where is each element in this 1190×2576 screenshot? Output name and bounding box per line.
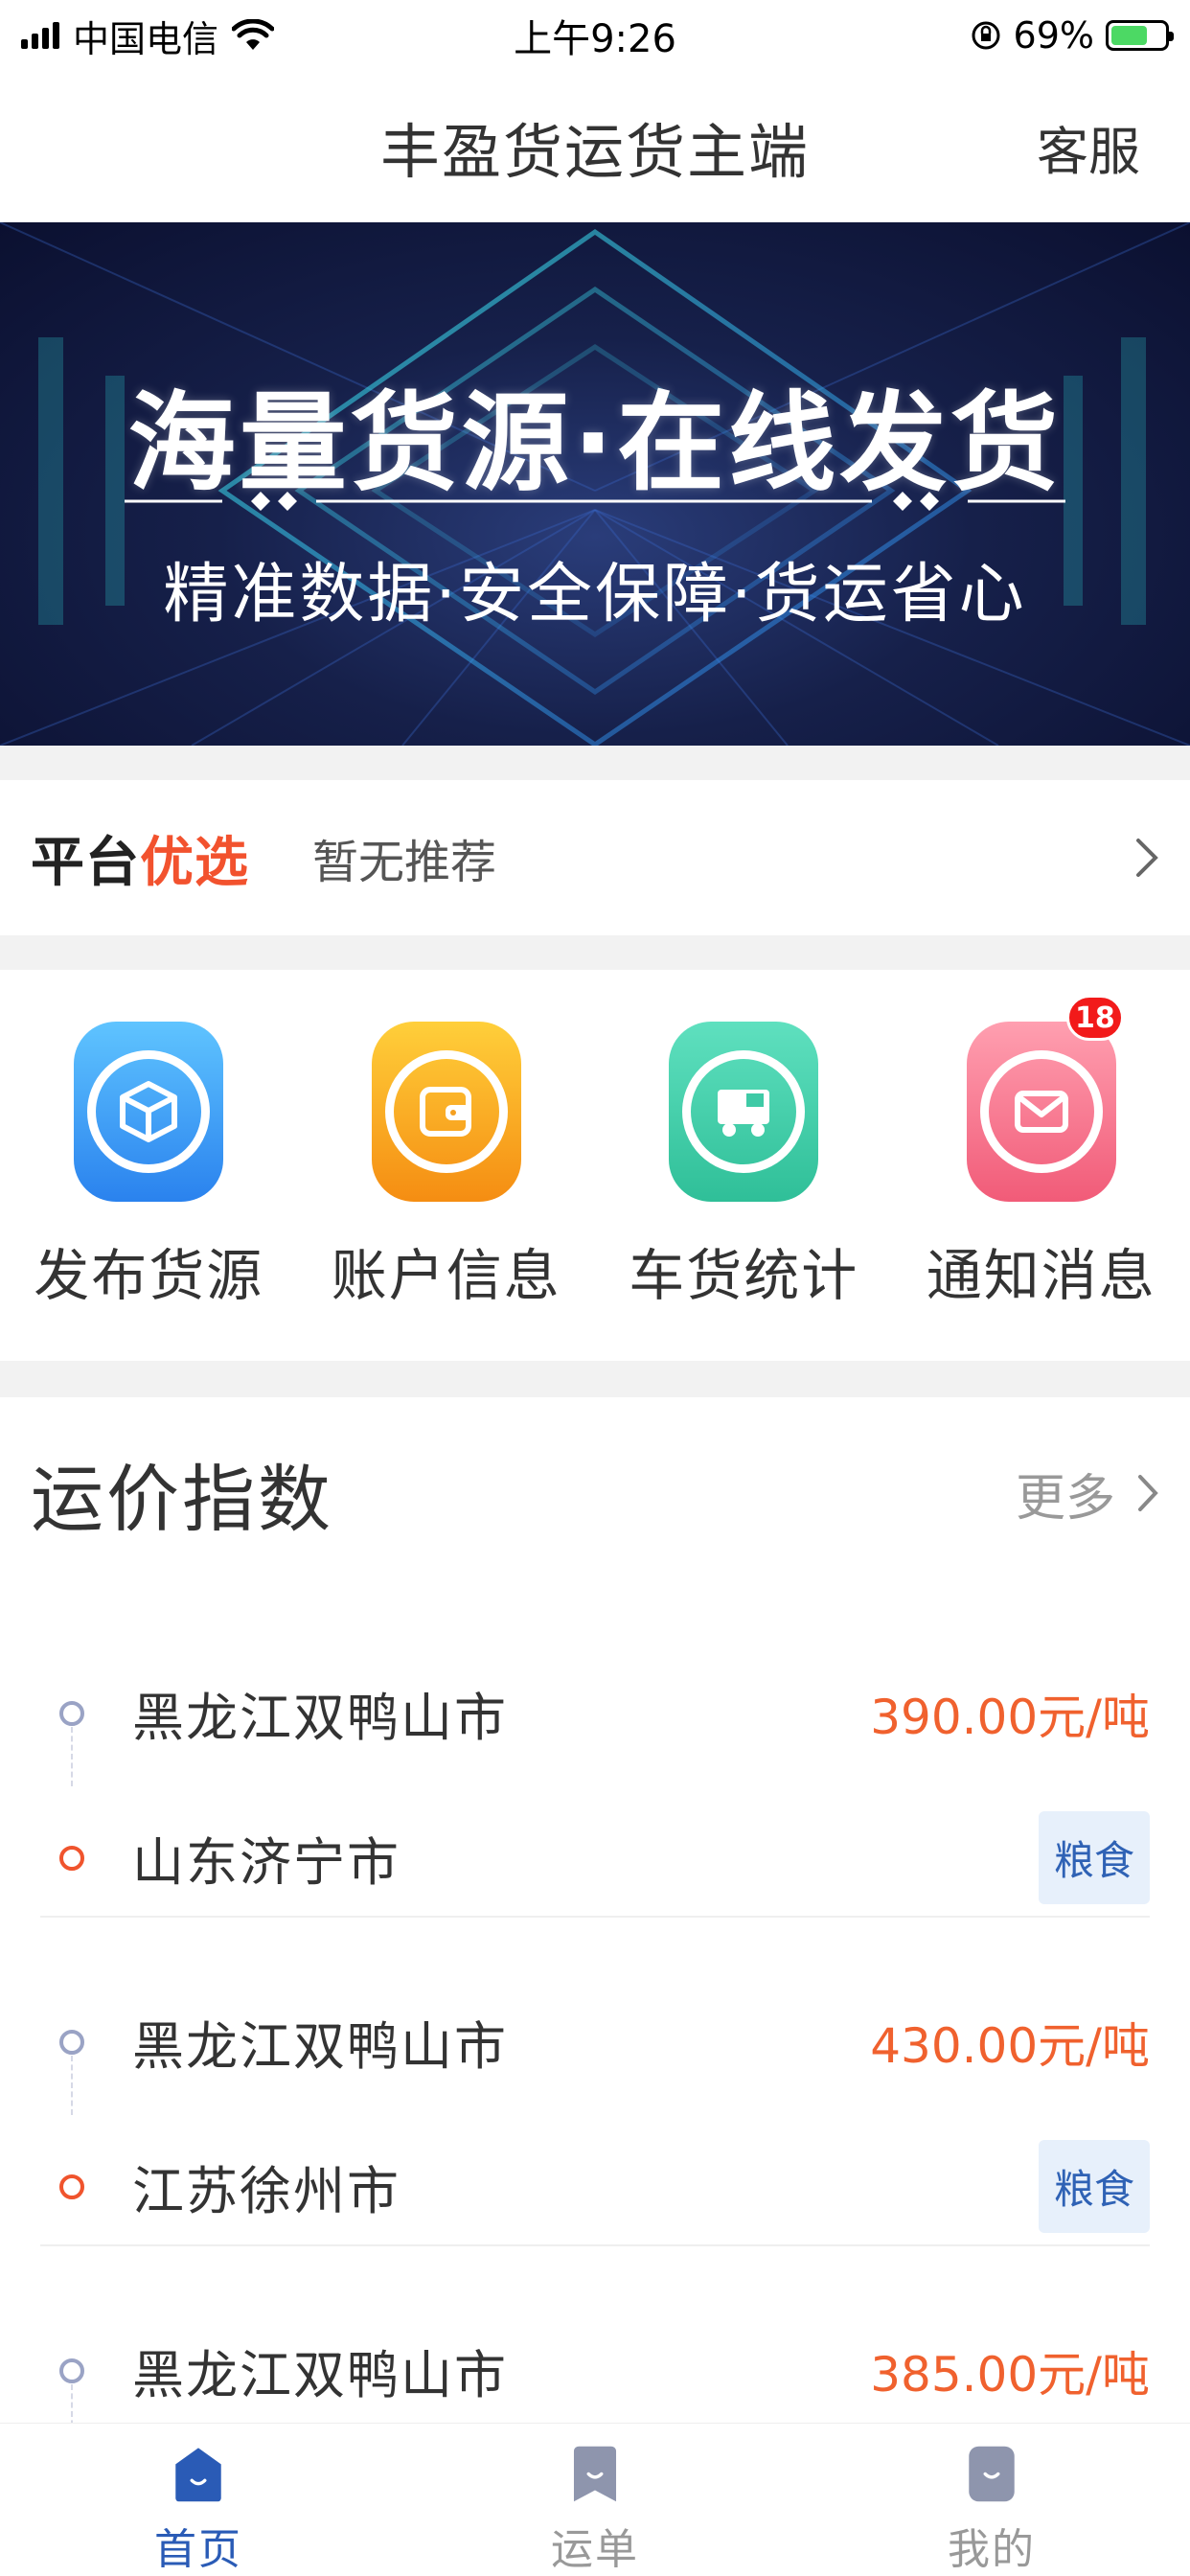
bookmark-icon <box>573 2446 617 2502</box>
route-origin: 黑龙江双鸭山市 <box>132 1688 508 1748</box>
profile-icon <box>969 2446 1015 2502</box>
route-destination: 江苏徐州市 <box>132 2161 400 2221</box>
action-label: 车货统计 <box>629 1243 859 1308</box>
destination-dot-icon <box>59 1845 84 1871</box>
tab-waybill[interactable]: 运单 <box>397 2424 793 2576</box>
platform-picks-text: 暂无推荐 <box>312 836 497 889</box>
route-item[interactable]: 黑龙江双鸭山市 385.00元/吨 <box>40 2246 1150 2423</box>
envelope-icon: 18 <box>966 995 1124 1202</box>
route-destination: 山东济宁市 <box>132 1832 400 1893</box>
notification-badge: 18 <box>1066 995 1124 1041</box>
quick-actions: 发布货源 账户信息 车货统计 18 通知消息 <box>0 970 1190 1361</box>
platform-picks-row[interactable]: 平台优选 暂无推荐 <box>0 780 1190 935</box>
route-price: 385.00元/吨 <box>870 2346 1150 2403</box>
chevron-right-icon <box>1138 1475 1158 1511</box>
tab-label: 首页 <box>154 2525 242 2574</box>
account-info-button[interactable]: 账户信息 <box>298 970 596 1361</box>
route-price: 430.00元/吨 <box>870 2017 1150 2074</box>
cargo-type-tag: 粮食 <box>1038 2140 1150 2233</box>
freight-index-header: 运价指数 更多 <box>0 1397 1190 1589</box>
route-origin: 黑龙江双鸭山市 <box>132 2345 508 2405</box>
action-label: 通知消息 <box>926 1243 1156 1308</box>
more-label: 更多 <box>1015 1469 1115 1528</box>
route-origin-row: 黑龙江双鸭山市 430.00元/吨 <box>40 2004 1150 2080</box>
freight-index-section: 运价指数 更多 黑龙江双鸭山市 390.00元/吨 山东济宁市 粮食 黑龙江双鸭… <box>0 1397 1190 2423</box>
route-price: 390.00元/吨 <box>870 1689 1150 1745</box>
origin-dot-icon <box>59 1700 84 1726</box>
action-label: 发布货源 <box>34 1243 264 1308</box>
battery-fill <box>1111 26 1148 45</box>
carrier-label: 中国电信 <box>73 17 219 60</box>
route-destination-row: 江苏徐州市 粮食 <box>40 2140 1150 2233</box>
tab-mine[interactable]: 我的 <box>793 2424 1190 2576</box>
status-right: 69% <box>595 14 1174 57</box>
rotation-lock-icon <box>972 21 1000 50</box>
banner-subline: 精准数据·安全保障·货运省心 <box>163 557 1027 632</box>
banner-headline: 海量货源·在线发货 <box>127 381 1063 506</box>
wallet-icon <box>371 1022 521 1202</box>
nav-bar: 丰盈货运货主端 客服 <box>0 71 1190 222</box>
vehicle-cargo-stats-button[interactable]: 车货统计 <box>595 970 893 1361</box>
tab-bar: 首页 运单 我的 <box>0 2423 1190 2576</box>
more-button[interactable]: 更多 <box>1016 1458 1159 1530</box>
route-item[interactable]: 黑龙江双鸭山市 390.00元/吨 山东济宁市 粮食 <box>40 1589 1150 1918</box>
route-origin-row: 黑龙江双鸭山市 385.00元/吨 <box>40 2333 1150 2408</box>
destination-dot-icon <box>59 2174 84 2199</box>
action-label: 账户信息 <box>331 1243 561 1308</box>
wifi-icon <box>232 19 275 50</box>
route-destination-row: 山东济宁市 粮食 <box>40 1811 1150 1904</box>
route-origin: 黑龙江双鸭山市 <box>132 2016 508 2077</box>
home-icon <box>175 2448 221 2502</box>
publish-cargo-button[interactable]: 发布货源 <box>0 970 298 1361</box>
promo-banner[interactable]: 海量货源·在线发货 精准数据·安全保障·货运省心 <box>0 222 1190 746</box>
notifications-button[interactable]: 18 通知消息 <box>893 970 1190 1361</box>
page-title: 丰盈货运货主端 <box>379 117 810 187</box>
status-left: 中国电信 <box>21 10 595 62</box>
battery-icon <box>1106 20 1174 51</box>
truck-icon <box>669 1022 819 1202</box>
battery-percent: 69% <box>1013 14 1094 57</box>
cargo-type-tag: 粮食 <box>1038 1811 1150 1904</box>
status-bar: 中国电信 上午9:26 69% <box>0 0 1190 71</box>
tab-label: 我的 <box>948 2525 1036 2574</box>
tab-label: 运单 <box>551 2525 639 2574</box>
origin-dot-icon <box>59 2029 84 2055</box>
cube-icon <box>74 1022 224 1202</box>
platform-picks-brand: 平台优选 <box>31 819 249 897</box>
route-item[interactable]: 黑龙江双鸭山市 430.00元/吨 江苏徐州市 粮食 <box>40 1918 1150 2246</box>
brand-prefix: 平台 <box>31 831 140 894</box>
tab-home[interactable]: 首页 <box>0 2424 397 2576</box>
freight-index-title: 运价指数 <box>31 1457 333 1542</box>
route-origin-row: 黑龙江双鸭山市 390.00元/吨 <box>40 1675 1150 1751</box>
signal-icon <box>21 22 59 49</box>
customer-service-button[interactable]: 客服 <box>1037 109 1140 185</box>
brand-accent: 优选 <box>140 831 249 894</box>
origin-dot-icon <box>59 2358 84 2383</box>
chevron-right-icon <box>1136 839 1158 877</box>
